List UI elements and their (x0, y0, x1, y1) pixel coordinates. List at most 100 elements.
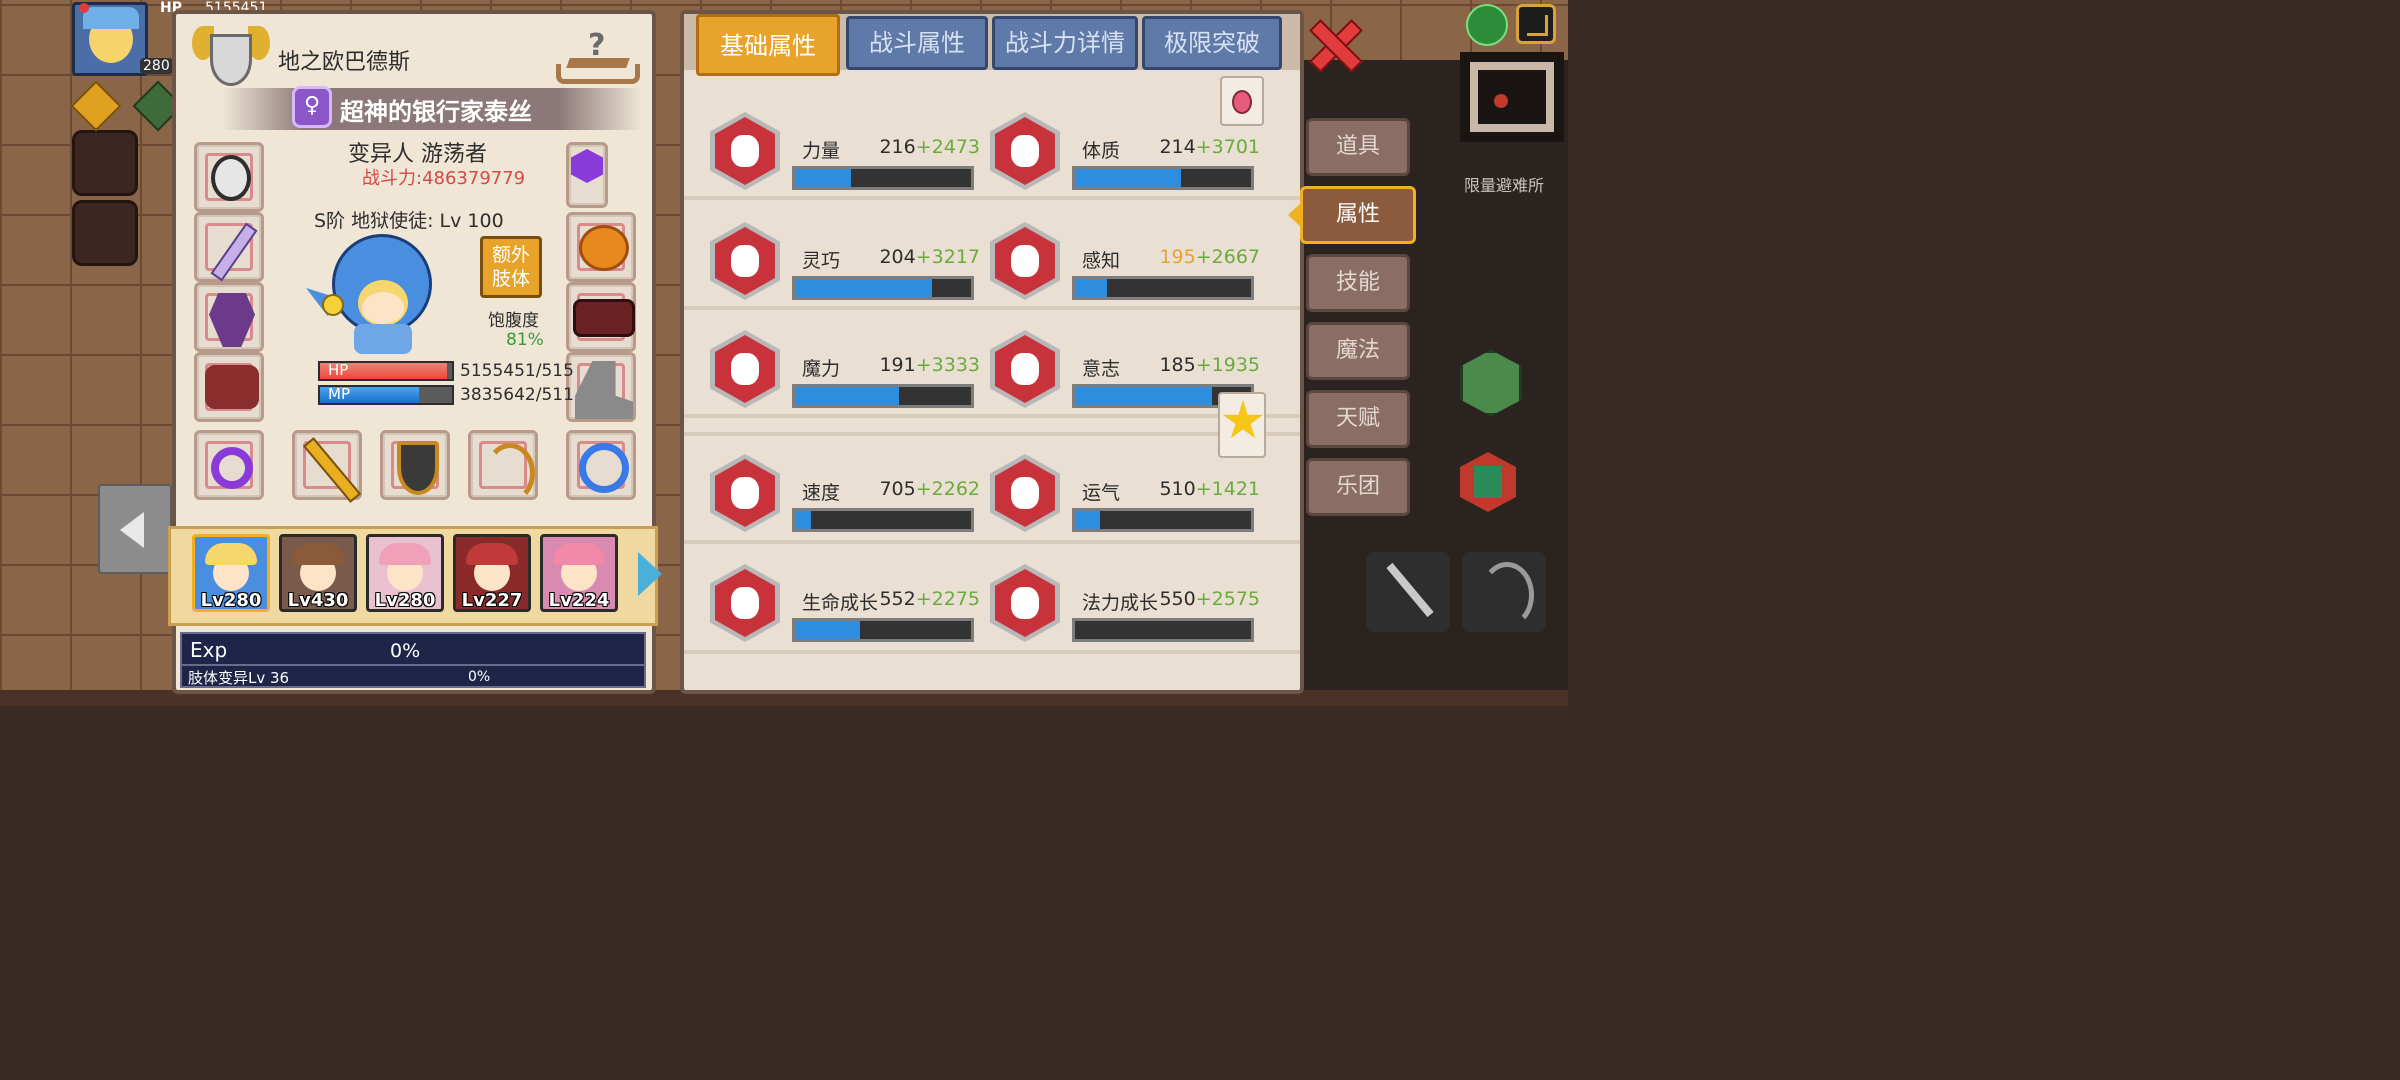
stat-bonus-value: +3217 (915, 246, 980, 268)
satiety-label: 饱腹度 (488, 311, 539, 331)
equip-slot-boots[interactable] (566, 352, 636, 422)
stat-8[interactable]: 生命成长 552+2275 (710, 564, 980, 654)
party-member-hair (553, 543, 605, 565)
character-sprite (306, 228, 456, 358)
equip-slot-offhand[interactable] (292, 430, 362, 503)
stat-label: 感知 (1082, 250, 1121, 272)
stat-bonus-value: +2667 (1195, 246, 1260, 268)
equip-slot-gloves[interactable] (194, 352, 264, 422)
tab-3[interactable]: 极限突破 (1142, 16, 1282, 70)
side-menu-item-3[interactable]: 魔法 (1306, 322, 1410, 380)
stat-2[interactable]: 灵巧 204+3217 (710, 222, 980, 312)
agility-icon (710, 222, 780, 300)
constitution-icon (990, 112, 1060, 190)
active-indicator-icon (1288, 202, 1302, 228)
stat-value: 185+1935 (1159, 354, 1260, 376)
stat-base-value: 204 (879, 246, 916, 268)
minimap[interactable] (1460, 52, 1564, 142)
stat-bonus-value: +1935 (1195, 354, 1260, 376)
mp-value: 3835642/511 (460, 385, 574, 405)
hanger-help-icon[interactable]: ? (556, 28, 644, 92)
notification-dot (79, 3, 89, 13)
party-portraits: Lv280 Lv430 Lv280 Lv227 Lv224 (192, 534, 632, 614)
player-avatar[interactable] (72, 2, 148, 76)
stat-label: 魔力 (802, 358, 841, 380)
gauntlet-icon (205, 365, 259, 409)
shield-icon (397, 441, 439, 495)
equip-slot-head-accessory[interactable] (566, 212, 636, 282)
party-member-0[interactable]: Lv280 (192, 534, 270, 612)
character-title: 超神的银行家泰丝 (340, 98, 532, 126)
stat-bar-fill (795, 511, 811, 529)
stat-label: 运气 (1082, 482, 1121, 504)
player-level-badge: 280 (140, 58, 173, 74)
tab-0[interactable]: 基础属性 (696, 14, 840, 76)
side-menu-item-5[interactable]: 乐团 (1306, 458, 1410, 516)
tab-1[interactable]: 战斗属性 (846, 16, 988, 70)
stat-1[interactable]: 体质 214+3701 (990, 112, 1260, 202)
extra-limb-button[interactable]: 额外 肢体 (480, 236, 542, 298)
stat-value: 552+2275 (879, 588, 980, 610)
equip-slot-weapon[interactable] (194, 212, 264, 282)
party-member-1[interactable]: Lv430 (279, 534, 357, 612)
exp-divider (182, 664, 644, 666)
stat-base-value: 185 (1159, 354, 1196, 376)
attribute-tabs: 基础属性 战斗属性 战斗力详情 极限突破 (696, 14, 1286, 76)
stat-bar-fill (1075, 511, 1100, 529)
equip-slot-bracelet[interactable] (566, 430, 636, 500)
stat-6[interactable]: 速度 705+2262 (710, 454, 980, 544)
bow-attack-icon[interactable] (1462, 552, 1546, 632)
side-menu-item-1[interactable]: 属性 (1300, 186, 1416, 244)
party-next-arrow-icon[interactable] (638, 552, 662, 596)
blue-bracelet-icon (579, 443, 629, 493)
location-label: 限量避难所 (1464, 176, 1545, 195)
stat-bonus-value: +2262 (915, 478, 980, 500)
side-menu-item-2[interactable]: 技能 (1306, 254, 1410, 312)
stat-bar (1072, 618, 1254, 642)
stat-9[interactable]: 法力成长 550+2575 (990, 564, 1260, 654)
stat-base-value: 195 (1159, 246, 1196, 268)
golden-bow-icon (485, 443, 535, 503)
life-growth-icon (710, 564, 780, 642)
stat-base-value: 550 (1159, 588, 1196, 610)
limb-mutation-label: 肢体变异Lv 36 (188, 669, 290, 687)
stat-bar (1072, 508, 1254, 532)
stat-3[interactable]: 感知 195+2667 (990, 222, 1260, 312)
dungeon-pillar (72, 200, 138, 266)
close-icon[interactable] (1308, 18, 1363, 73)
side-menu: 道具属性技能魔法天赋乐团 (1288, 118, 1416, 538)
stat-bonus-value: +2275 (915, 588, 980, 610)
party-member-4[interactable]: Lv224 (540, 534, 618, 612)
side-menu-item-4[interactable]: 天赋 (1306, 390, 1410, 448)
party-member-3[interactable]: Lv227 (453, 534, 531, 612)
party-member-level: Lv430 (287, 590, 349, 611)
equip-slot-armor[interactable] (194, 282, 264, 352)
party-member-level: Lv224 (548, 590, 610, 611)
strength-icon (710, 112, 780, 190)
stat-0[interactable]: 力量 216+2473 (710, 112, 980, 202)
equip-slot-ring[interactable] (194, 430, 264, 500)
side-menu-item-0[interactable]: 道具 (1306, 118, 1410, 176)
equip-slot-belt[interactable] (566, 282, 636, 352)
female-gender-icon: ♀ (292, 86, 332, 128)
equip-slot-shield[interactable] (380, 430, 450, 500)
move-left-button[interactable] (98, 484, 172, 574)
hp-value: 5155451/515 (460, 361, 574, 381)
star-favorite-icon[interactable] (1218, 392, 1266, 458)
stat-4[interactable]: 魔力 191+3333 (710, 330, 980, 420)
stat-value: 214+3701 (1159, 136, 1260, 158)
limb-mutation-value: 0% (468, 669, 491, 685)
exp-value: 0% (390, 640, 421, 662)
tab-2[interactable]: 战斗力详情 (992, 16, 1138, 70)
stat-bar (792, 618, 974, 642)
stat-base-value: 552 (879, 588, 916, 610)
equip-slot-helmet[interactable] (194, 142, 264, 212)
sword-attack-icon[interactable] (1366, 552, 1450, 632)
equip-slot-bow[interactable] (468, 430, 538, 503)
exit-fullscreen-icon[interactable] (1516, 4, 1556, 44)
stat-value: 510+1421 (1159, 478, 1260, 500)
party-member-2[interactable]: Lv280 (366, 534, 444, 612)
network-globe-icon[interactable] (1466, 4, 1508, 46)
equip-slot-badge[interactable] (566, 142, 608, 208)
stat-7[interactable]: 运气 510+1421 (990, 454, 1260, 544)
